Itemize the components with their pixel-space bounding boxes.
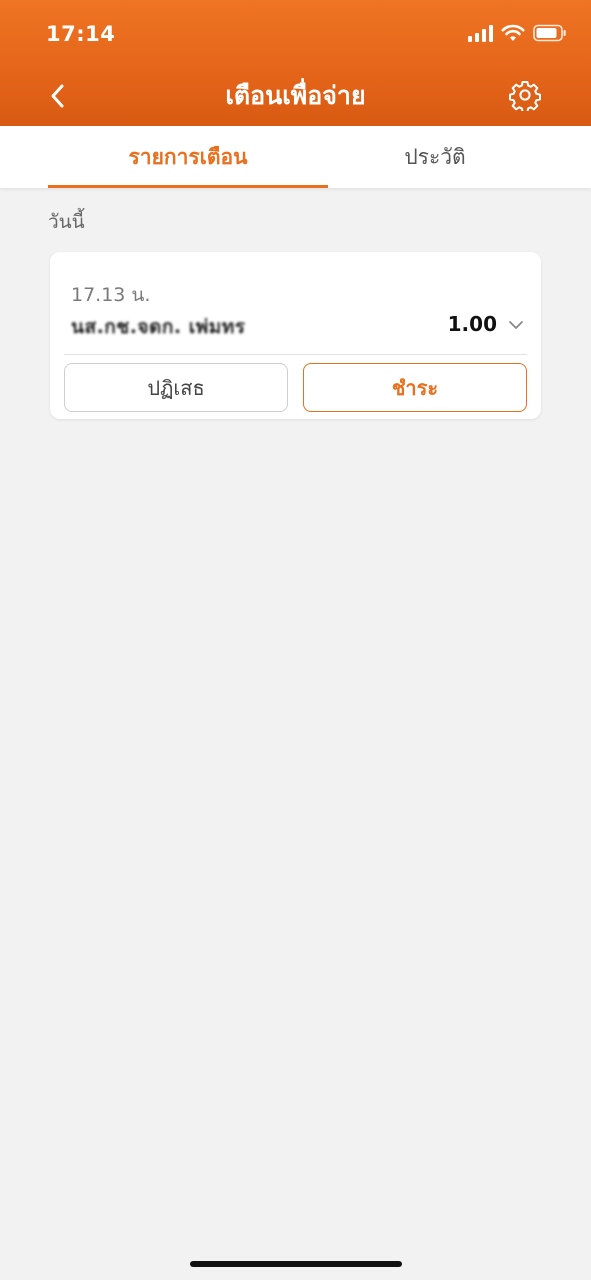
card-divider xyxy=(64,354,527,355)
status-icons xyxy=(468,24,567,42)
request-time: 17.13 น. xyxy=(71,284,151,306)
app-screen: 17:14 เตือนเพื่อจ่าย รายการเตือน ประวัติ… xyxy=(0,0,591,1280)
tab-bar: รายการเตือน ประวัติ xyxy=(0,126,591,188)
status-time: 17:14 xyxy=(46,22,116,46)
section-label-today: วันนี้ xyxy=(48,211,85,233)
signal-icon xyxy=(468,24,493,42)
request-amount: 1.00 xyxy=(447,312,497,336)
gear-icon xyxy=(509,81,541,111)
reject-button[interactable]: ปฏิเสธ xyxy=(64,363,288,412)
pay-button[interactable]: ชำระ xyxy=(303,363,527,412)
home-indicator xyxy=(190,1261,402,1267)
wifi-icon xyxy=(501,24,525,41)
chevron-down-icon xyxy=(509,321,523,329)
tab-reminders[interactable]: รายการเตือน xyxy=(48,126,328,188)
header: 17:14 เตือนเพื่อจ่าย xyxy=(0,0,591,126)
expand-details-button[interactable] xyxy=(505,314,527,336)
request-payee: นส.กช.จดก. เพ่มทร xyxy=(71,316,246,338)
payment-request-card: 17.13 น. นส.กช.จดก. เพ่มทร 1.00 ปฏิเสธ ช… xyxy=(50,252,541,419)
tab-history[interactable]: ประวัติ xyxy=(330,126,540,188)
settings-button[interactable] xyxy=(507,77,543,113)
page-title: เตือนเพื่อจ่าย xyxy=(225,81,366,110)
battery-icon xyxy=(533,24,566,42)
